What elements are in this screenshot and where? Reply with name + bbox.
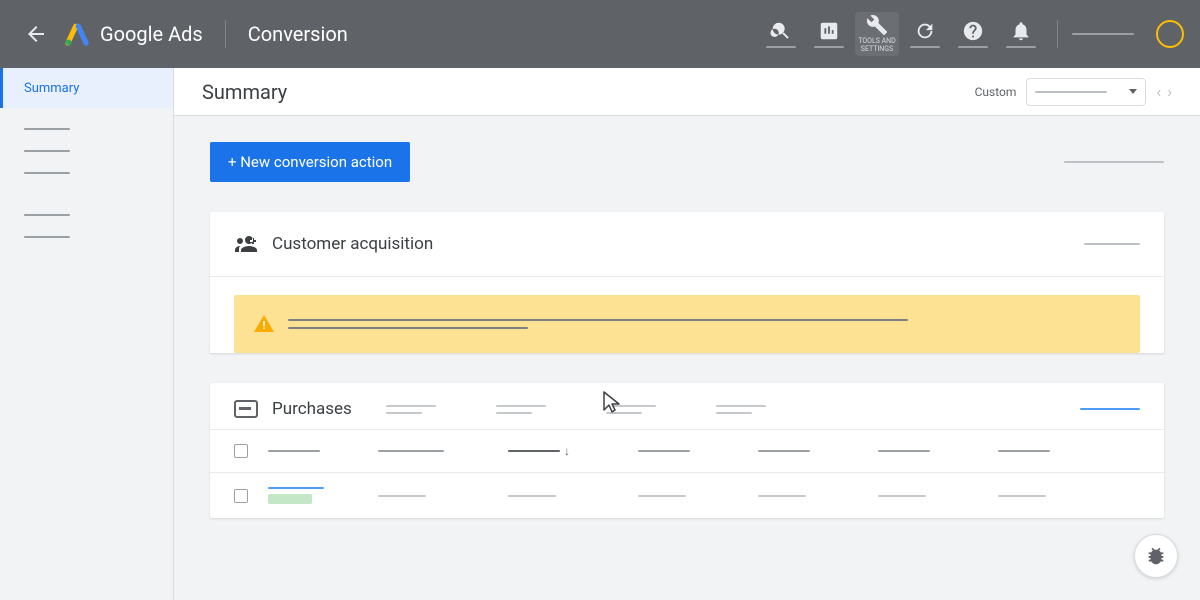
reports-icon[interactable] bbox=[807, 12, 851, 56]
table-column-header[interactable] bbox=[638, 450, 738, 452]
metric-placeholder bbox=[496, 405, 546, 414]
bug-icon bbox=[1145, 545, 1167, 567]
table-column-header[interactable] bbox=[268, 450, 358, 452]
table-cell bbox=[508, 495, 618, 497]
table-cell bbox=[998, 495, 1098, 497]
purchases-link-placeholder[interactable] bbox=[1080, 408, 1140, 410]
page-header: Summary Custom ‹ › bbox=[174, 68, 1200, 116]
alert-text-line bbox=[288, 327, 528, 329]
card-action-placeholder[interactable] bbox=[1084, 243, 1140, 245]
customer-acquisition-icon bbox=[234, 232, 258, 256]
table-cell bbox=[878, 495, 978, 497]
header-separator bbox=[1057, 20, 1058, 48]
metric-placeholder bbox=[386, 405, 436, 414]
sidebar-item-placeholder[interactable] bbox=[24, 150, 70, 152]
header-actions: TOOLS AND SETTINGS bbox=[759, 12, 1184, 56]
table-header-row: ↓ bbox=[210, 429, 1164, 473]
customer-acquisition-title: Customer acquisition bbox=[272, 234, 433, 254]
metric-placeholder bbox=[716, 405, 766, 414]
tools-settings-label: TOOLS AND SETTINGS bbox=[855, 38, 899, 53]
metric-placeholder bbox=[606, 405, 656, 414]
account-avatar[interactable] bbox=[1156, 20, 1184, 48]
table-cell bbox=[378, 495, 488, 497]
tools-settings-button[interactable]: TOOLS AND SETTINGS bbox=[855, 12, 899, 56]
search-icon[interactable] bbox=[759, 12, 803, 56]
sidebar-item-placeholder[interactable] bbox=[24, 128, 70, 130]
table-row[interactable] bbox=[210, 473, 1164, 518]
sidebar-item-placeholder[interactable] bbox=[24, 172, 70, 174]
table-column-header[interactable] bbox=[758, 450, 858, 452]
header-placeholder-line bbox=[1064, 161, 1164, 163]
google-ads-logo-icon bbox=[64, 21, 90, 47]
product-name: Google Ads bbox=[100, 22, 203, 46]
warning-alert bbox=[234, 295, 1140, 353]
purchases-icon bbox=[234, 400, 258, 418]
app-header: Google Ads Conversion TOOLS AND SETTINGS bbox=[0, 0, 1200, 68]
help-icon[interactable] bbox=[951, 12, 995, 56]
date-range-dropdown[interactable] bbox=[1026, 78, 1146, 106]
select-all-checkbox[interactable] bbox=[234, 444, 248, 458]
date-prev-button[interactable]: ‹ bbox=[1156, 82, 1161, 101]
back-button[interactable] bbox=[16, 14, 56, 54]
refresh-icon[interactable] bbox=[903, 12, 947, 56]
sidebar: Summary bbox=[0, 68, 174, 600]
main-content: Summary Custom ‹ › + New conversion acti… bbox=[174, 68, 1200, 600]
chevron-down-icon bbox=[1129, 89, 1137, 94]
sidebar-item-summary[interactable]: Summary bbox=[0, 68, 173, 108]
account-placeholder bbox=[1072, 33, 1134, 35]
date-next-button[interactable]: › bbox=[1167, 82, 1172, 101]
purchases-card: Purchases ↓ bbox=[210, 383, 1164, 518]
page-title: Summary bbox=[202, 80, 287, 104]
customer-acquisition-card: Customer acquisition bbox=[210, 212, 1164, 353]
table-column-header-sorted[interactable]: ↓ bbox=[508, 444, 618, 458]
alert-text-line bbox=[288, 319, 908, 321]
table-cell bbox=[758, 495, 858, 497]
sidebar-item-placeholder[interactable] bbox=[24, 214, 70, 216]
purchases-title: Purchases bbox=[272, 399, 352, 419]
warning-icon bbox=[254, 315, 274, 332]
new-conversion-action-button[interactable]: + New conversion action bbox=[210, 142, 410, 182]
table-column-header[interactable] bbox=[878, 450, 978, 452]
header-page-label: Conversion bbox=[248, 22, 348, 46]
product-logo: Google Ads bbox=[64, 21, 203, 47]
table-column-header[interactable] bbox=[998, 450, 1098, 452]
header-divider bbox=[225, 20, 226, 48]
date-pager: ‹ › bbox=[1156, 82, 1172, 101]
table-cell bbox=[638, 495, 738, 497]
table-cell bbox=[268, 487, 358, 504]
table-column-header[interactable] bbox=[378, 450, 488, 452]
date-range-label: Custom bbox=[975, 85, 1017, 99]
notifications-icon[interactable] bbox=[999, 12, 1043, 56]
row-checkbox[interactable] bbox=[234, 489, 248, 503]
feedback-fab[interactable] bbox=[1134, 534, 1178, 578]
sidebar-item-placeholder[interactable] bbox=[24, 236, 70, 238]
